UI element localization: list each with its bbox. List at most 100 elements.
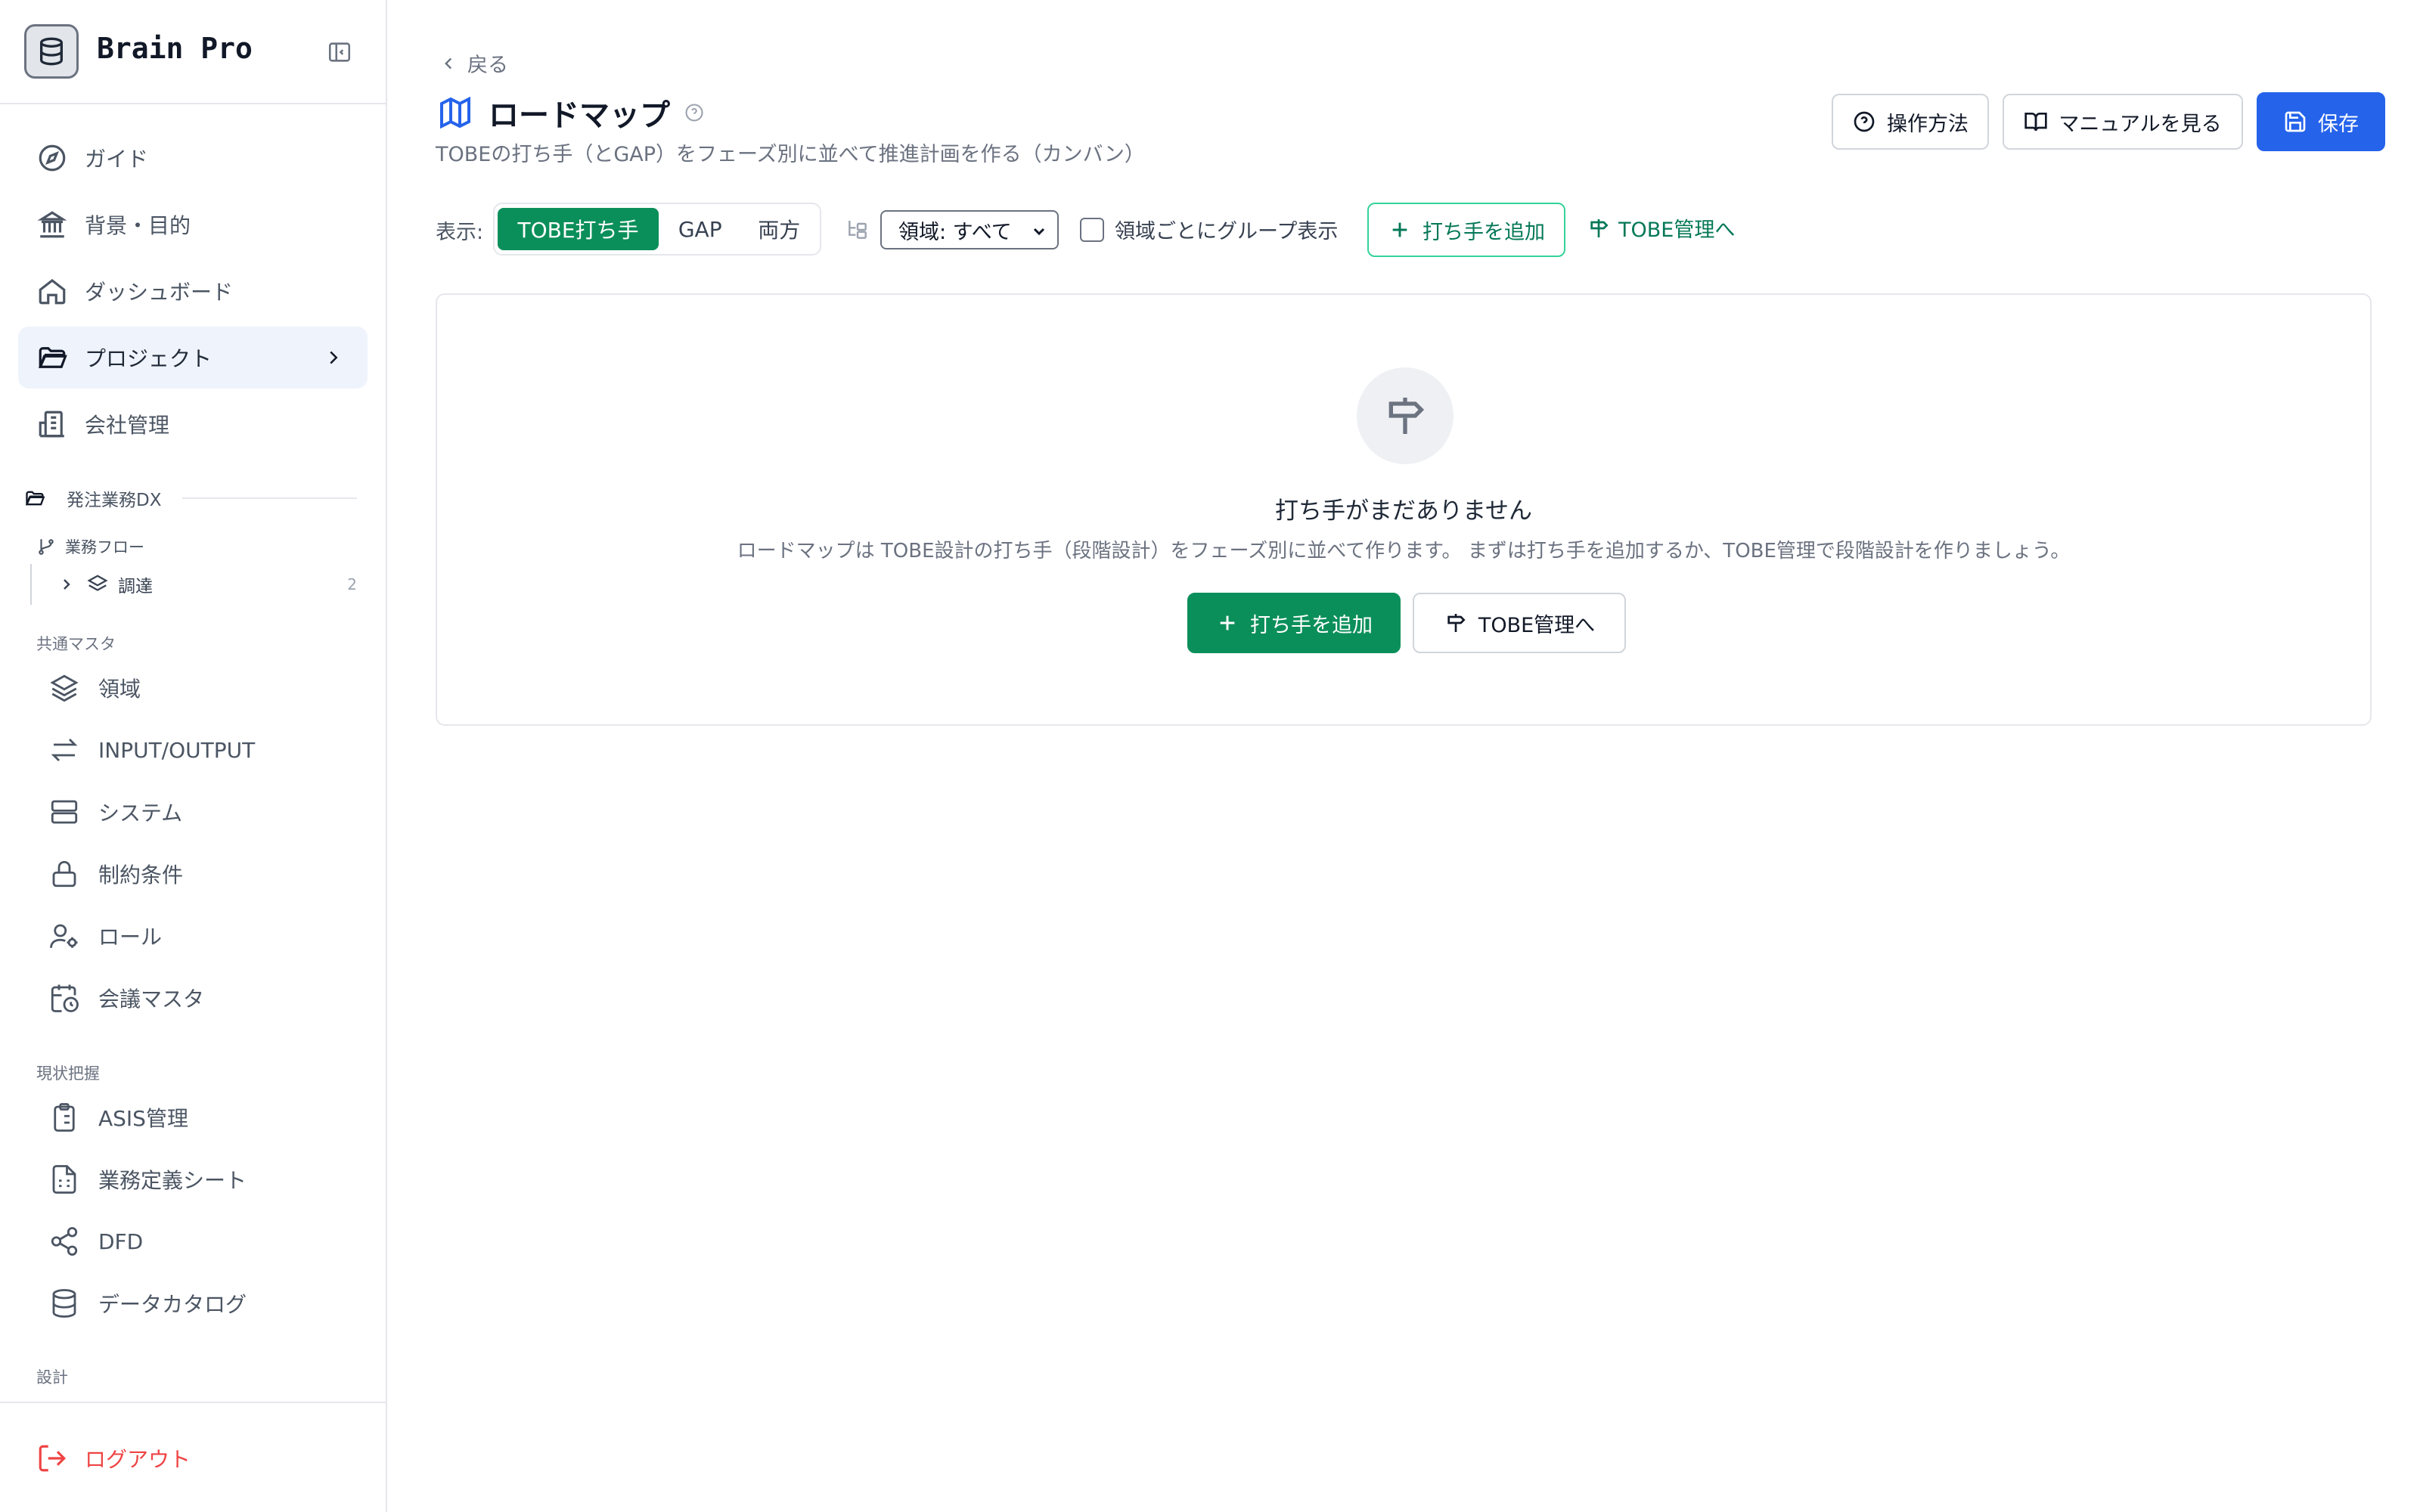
arrows-left-right-icon (51, 739, 78, 761)
page-title-row: ロードマップ (437, 91, 705, 135)
nav-item-guide[interactable]: ガイド (18, 127, 368, 189)
logout-button[interactable]: ログアウト (36, 1442, 191, 1474)
user-cog-icon (50, 924, 78, 948)
sidebar-item-dfd[interactable]: DFD (39, 1213, 365, 1270)
how-to-label: 操作方法 (1887, 112, 1969, 136)
signpost-icon (1447, 614, 1466, 632)
sidebar-item-data-catalog[interactable]: データカタログ (39, 1275, 365, 1332)
nav-item-label: 会社管理 (85, 413, 170, 438)
sidebar-item-system[interactable]: システム (39, 783, 365, 841)
lock-icon (52, 860, 76, 888)
sidebar-item-label: INPUT/OUTPUT (98, 737, 256, 763)
view-tobe-button[interactable]: TOBE打ち手 (498, 208, 659, 250)
project-header[interactable]: 発注業務DX (24, 487, 357, 510)
plus-icon (1392, 222, 1407, 237)
list-tree-icon (849, 221, 867, 239)
divider (182, 497, 357, 499)
back-link[interactable]: 戻る (439, 48, 508, 78)
add-action-button[interactable]: 打ち手を追加 (1187, 593, 1401, 653)
page-title: ロードマップ (489, 98, 670, 133)
calendar-clock-icon (51, 984, 79, 1012)
book-open-icon (2024, 113, 2048, 132)
sidebar-item-role[interactable]: ロール (39, 907, 365, 965)
sidebar: Brain Pro ガイド 背景・目的 ダッシュボード プロジェクト 会社管理 … (0, 0, 387, 1512)
landmark-icon (37, 211, 67, 238)
nav-item-dashboard[interactable]: ダッシュボード (18, 260, 368, 322)
add-action-label: 打ち手を追加 (1423, 220, 1545, 244)
flow-item-count: 2 (347, 575, 357, 593)
chevron-down-icon (1033, 228, 1045, 236)
sidebar-item-business-definition[interactable]: 業務定義シート (39, 1151, 365, 1208)
display-label: 表示: (436, 221, 484, 244)
save-icon (2285, 111, 2306, 132)
to-tobe-label: TOBE管理へ (1618, 218, 1736, 242)
area-select[interactable]: 領域: すべて (880, 210, 1059, 249)
flow-section-label: 業務フロー (36, 535, 144, 558)
flow-item-label: 調達 (118, 577, 153, 596)
area-select-value: 領域: すべて (898, 220, 1012, 244)
view-both-button[interactable]: 両方 (741, 208, 817, 250)
layers-icon (50, 674, 79, 702)
nav-item-label: ダッシュボード (85, 280, 234, 305)
nav-item-background-purpose[interactable]: 背景・目的 (18, 194, 368, 256)
nav-item-label: プロジェクト (85, 346, 213, 371)
sidebar-item-asis[interactable]: ASIS管理 (39, 1089, 365, 1146)
sidebar-item-constraints[interactable]: 制約条件 (39, 845, 365, 903)
file-spreadsheet-icon (52, 1165, 76, 1194)
map-icon (440, 96, 470, 129)
empty-state-description: ロードマップは TOBE設計の打ち手（段階設計）をフェーズ別に並べて作ります。 … (737, 540, 2071, 562)
clipboard-list-icon (54, 1103, 75, 1132)
chevron-right-icon[interactable] (57, 575, 76, 593)
flow-label-text: 業務フロー (65, 538, 144, 556)
sidebar-item-label: 会議マスタ (98, 987, 205, 1012)
flow-item-procurement[interactable]: 調達 2 (57, 572, 360, 597)
save-button[interactable]: 保存 (2257, 92, 2385, 151)
add-action-label: 打ち手を追加 (1250, 613, 1373, 637)
nav-item-company[interactable]: 会社管理 (18, 393, 368, 455)
group-by-area-label: 領域ごとにグループ表示 (1115, 220, 1339, 243)
database-logo-icon (24, 24, 79, 79)
home-icon (39, 279, 66, 305)
group-by-area-toggle[interactable]: 領域ごとにグループ表示 (1080, 215, 1338, 244)
folder-open-icon (38, 347, 67, 368)
brand-header: Brain Pro (0, 0, 387, 104)
view-gap-button[interactable]: GAP (659, 208, 741, 250)
git-branch-icon (39, 539, 54, 555)
to-tobe-link[interactable]: TOBE管理へ (1587, 213, 1735, 243)
tobe-management-label: TOBE管理へ (1478, 613, 1596, 637)
plus-icon (1220, 615, 1235, 631)
nav-item-project[interactable]: プロジェクト (18, 327, 368, 389)
compass-icon (39, 144, 66, 172)
nav-item-label: 背景・目的 (85, 213, 191, 238)
tobe-management-button[interactable]: TOBE管理へ (1413, 593, 1626, 653)
section-label-current-state: 現状把握 (36, 1064, 100, 1083)
sidebar-item-label: ASIS管理 (98, 1106, 188, 1131)
sidebar-item-area[interactable]: 領域 (39, 659, 365, 717)
how-to-button[interactable]: 操作方法 (1832, 94, 1989, 150)
help-circle-icon (1854, 111, 1875, 132)
empty-state-title: 打ち手がまだありません (1274, 497, 1533, 525)
add-action-toolbar-button[interactable]: 打ち手を追加 (1367, 203, 1565, 257)
sidebar-item-label: ロール (98, 925, 163, 950)
help-circle-icon[interactable] (684, 102, 705, 123)
database-icon (52, 1289, 76, 1318)
signpost-icon (1590, 218, 1609, 237)
sidebar-item-input-output[interactable]: INPUT/OUTPUT (39, 721, 365, 779)
signpost-icon (1357, 367, 1454, 464)
tree-line (30, 564, 32, 605)
sidebar-item-label: 領域 (98, 677, 141, 702)
folder-open-icon (25, 491, 45, 506)
section-label-design: 設計 (36, 1368, 68, 1387)
sidebar-item-meeting-master[interactable]: 会議マスタ (39, 969, 365, 1027)
section-label-common-master: 共通マスタ (36, 635, 116, 653)
manual-button[interactable]: マニュアルを見る (2003, 94, 2243, 150)
page-description: TOBEの打ち手（とGAP）をフェーズ別に並べて推進計画を作る（カンバン） (436, 143, 1145, 166)
view-toggle: TOBE打ち手 GAP 両方 (493, 203, 821, 256)
layers-icon (87, 575, 108, 591)
building-icon (39, 411, 64, 438)
group-by-area-checkbox[interactable] (1080, 217, 1104, 242)
sidebar-collapse-icon[interactable] (327, 39, 352, 65)
sidebar-footer: ログアウト (0, 1402, 387, 1512)
sidebar-item-label: システム (98, 801, 183, 826)
chevron-left-icon (445, 57, 452, 69)
